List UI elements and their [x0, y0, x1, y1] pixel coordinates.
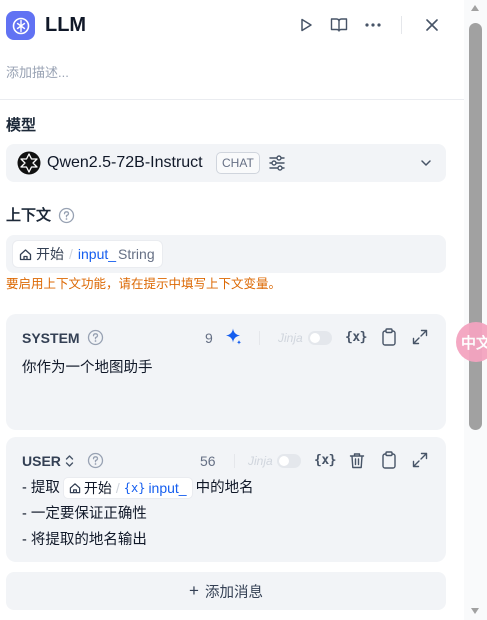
insert-variable-button[interactable]: {x}	[345, 327, 367, 347]
token-count: 9	[205, 330, 213, 346]
model-mode-badge: CHAT	[216, 152, 260, 174]
copy-button[interactable]	[379, 450, 399, 470]
system-prompt-card: SYSTEM 9 Jinja {x} 你作为一个地图助手	[6, 314, 446, 430]
toolbar-divider	[234, 454, 235, 468]
docs-button[interactable]	[328, 14, 350, 36]
context-variable-chip[interactable]: 开始 / input_ String	[12, 240, 163, 268]
delete-button[interactable]	[347, 450, 367, 470]
home-icon	[19, 248, 32, 260]
prompt-role-label: SYSTEM	[22, 330, 80, 346]
expand-button[interactable]	[410, 450, 430, 470]
insert-variable-button[interactable]: {x}	[314, 450, 336, 470]
scrollbar-thumb[interactable]	[469, 23, 482, 430]
close-button[interactable]	[421, 14, 443, 36]
variable-icon: {x}	[314, 452, 336, 468]
play-icon	[301, 18, 312, 32]
variable-name: input_	[77, 246, 117, 262]
page-title: LLM	[45, 14, 87, 36]
expand-icon	[412, 452, 428, 468]
variable-icon: {x}	[345, 329, 367, 345]
expand-button[interactable]	[410, 327, 430, 347]
add-message-label: 添加消息	[204, 584, 263, 601]
jinja-toggle[interactable]	[308, 331, 332, 345]
add-message-button[interactable]: + 添加消息	[6, 572, 446, 610]
token-count: 56	[200, 453, 216, 469]
variable-node-name: 开始	[36, 246, 64, 262]
inline-variable-chip[interactable]: 开始 / {x} input_	[62, 477, 193, 500]
expand-icon	[412, 329, 428, 345]
prompt-line: - 一定要保证正确性	[22, 506, 147, 522]
clipboard-icon	[382, 328, 396, 346]
path-separator: /	[69, 246, 73, 262]
scroll-up-arrow-icon[interactable]	[470, 4, 480, 12]
clipboard-icon	[382, 451, 396, 469]
help-circle-icon[interactable]	[58, 207, 75, 224]
user-prompt-card: USER 56 Jinja {x} - 提取 开始 / {x} input_ 中的地名	[6, 437, 446, 562]
user-prompt-text[interactable]: - 提取 开始 / {x} input_ 中的地名 - 一定要保证正确性 - 将提取的地名…	[22, 475, 254, 553]
llm-node-icon	[6, 11, 35, 40]
model-label: 模型	[6, 117, 37, 134]
chevron-down-icon	[421, 160, 431, 166]
variable-type: String	[118, 246, 155, 262]
help-circle-icon[interactable]	[87, 329, 104, 346]
context-label: 上下文	[6, 207, 52, 224]
run-button[interactable]	[295, 14, 317, 36]
prompt-line: - 提取 开始 / {x} input_ 中的地名	[22, 475, 254, 501]
jinja-label: Jinja	[248, 454, 273, 468]
context-warning: 要启用上下文功能，请在提示中填写上下文变量。	[6, 277, 282, 291]
plus-icon: +	[189, 581, 199, 600]
jinja-toggle[interactable]	[277, 454, 301, 468]
sparkle-generate-icon[interactable]	[224, 327, 243, 346]
jinja-label: Jinja	[278, 331, 303, 345]
system-prompt-text[interactable]: 你作为一个地图助手	[22, 355, 153, 381]
header-divider	[401, 16, 402, 34]
scroll-down-arrow-icon[interactable]	[470, 607, 480, 615]
prompt-line: - 将提取的地名输出	[22, 532, 147, 548]
header-separator	[0, 99, 464, 100]
book-open-icon	[330, 18, 348, 32]
prompt-role-selector[interactable]: USER	[22, 452, 75, 470]
close-icon	[426, 19, 438, 31]
trash-icon	[349, 452, 365, 468]
home-icon	[69, 483, 81, 494]
llm-node-panel: LLM 添加描述... 模型 Qwen2.5-72B-Instruct CHAT	[0, 0, 464, 620]
model-name: Qwen2.5-72B-Instruct	[47, 154, 203, 171]
sliders-icon[interactable]	[267, 153, 287, 173]
description-input[interactable]: 添加描述...	[6, 64, 69, 82]
context-variable-field[interactable]: 开始 / input_ String	[6, 235, 446, 273]
more-button[interactable]	[362, 14, 384, 36]
model-selector[interactable]: Qwen2.5-72B-Instruct CHAT	[6, 144, 446, 182]
chevron-up-down-icon	[65, 455, 74, 467]
panel-header: LLM	[0, 0, 464, 50]
help-circle-icon[interactable]	[87, 452, 104, 469]
more-horizontal-icon	[365, 23, 381, 27]
qwen-logo-icon	[17, 151, 41, 175]
toolbar-divider	[259, 331, 260, 345]
copy-button[interactable]	[379, 327, 399, 347]
